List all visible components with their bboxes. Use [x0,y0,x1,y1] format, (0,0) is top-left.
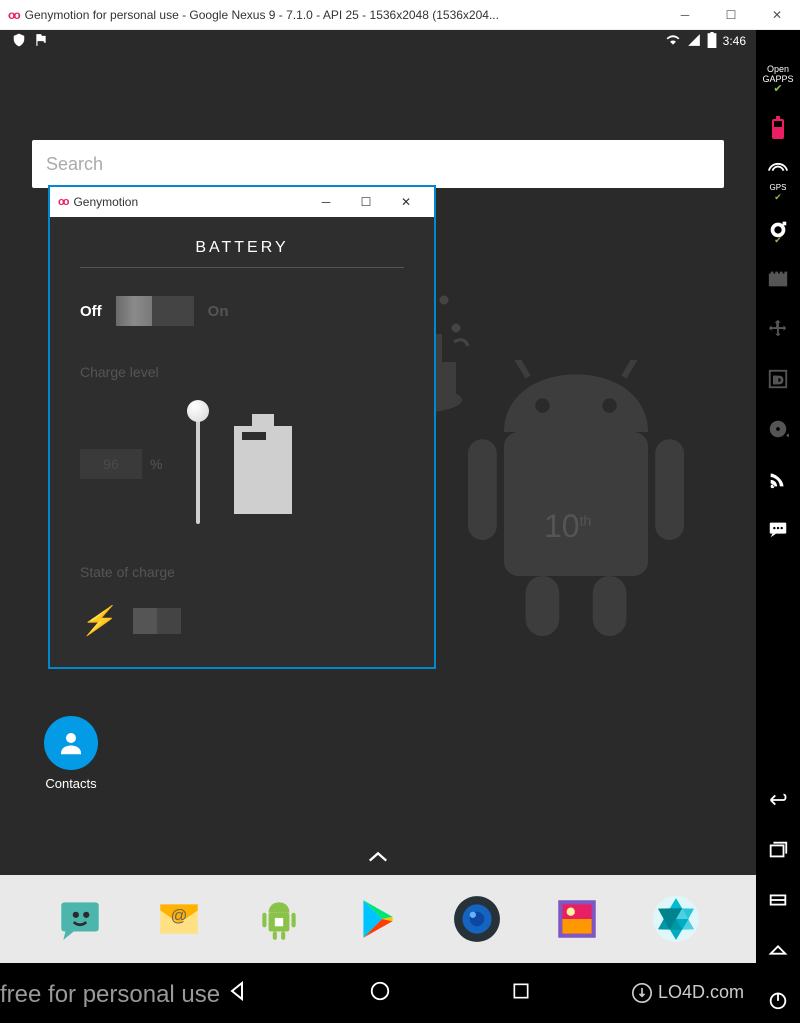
nav-home-button[interactable] [369,980,391,1007]
svg-text:ID: ID [773,376,783,387]
shield-icon [12,33,26,50]
messaging-icon[interactable] [53,892,107,946]
sidebar-recents[interactable] [756,827,800,873]
genymotion-logo-icon: oo [8,8,19,22]
divider [80,267,404,268]
tenth-anniversary-text: 10th [544,508,591,545]
charge-slider[interactable] [188,404,208,524]
sidebar-identifier[interactable]: ID [756,356,800,402]
main-window-titlebar: oo Genymotion for personal use - Google … [0,0,800,30]
contacts-icon [44,716,98,770]
camera-lens-icon[interactable] [450,892,504,946]
wifi-icon [665,33,681,50]
window-title: Genymotion for personal use - Google Nex… [25,8,662,22]
sidebar-opengapps[interactable]: Open GAPPS✔ [756,56,800,102]
charge-value-input[interactable]: 96 [80,449,142,479]
search-input[interactable]: Search [32,140,724,188]
gallery-icon[interactable] [550,892,604,946]
battery-dialog: oo Genymotion ─ ☐ ✕ BATTERY Off On Charg… [48,185,436,669]
lightning-icon: ⚡ [80,604,115,637]
signal-icon [687,33,701,50]
app-drawer-handle[interactable] [367,848,389,869]
dialog-titlebar: oo Genymotion ─ ☐ ✕ [50,187,434,217]
sidebar-disk[interactable] [756,406,800,452]
state-of-charge-label: State of charge [80,564,404,580]
toggle-off-label: Off [80,303,102,320]
sidebar-back[interactable] [756,777,800,823]
battery-toggle[interactable] [116,296,194,326]
flag-icon [34,33,48,50]
dock: @ [0,875,756,963]
genymotion-sidebar: Open GAPPS✔ GPS✔ ✔ ID [756,30,800,1023]
charging-toggle[interactable] [133,608,181,634]
contacts-app-shortcut[interactable]: Contacts [40,716,102,791]
sidebar-menu[interactable] [756,877,800,923]
device-screen: 3:46 Search 10th [0,30,756,1023]
clock-text: 3:46 [723,34,746,48]
android-status-bar: 3:46 [0,30,756,52]
dialog-minimize-button[interactable]: ─ [306,195,346,209]
contacts-label: Contacts [45,776,96,791]
genymotion-logo-icon: oo [58,196,67,208]
sidebar-home[interactable] [756,927,800,973]
battery-icon [707,32,717,51]
nav-recents-button[interactable] [511,981,531,1006]
dialog-close-button[interactable]: ✕ [386,195,426,209]
dialog-heading: BATTERY [80,239,404,257]
lo4d-watermark: LO4D.com [632,982,744,1003]
sidebar-network[interactable] [756,456,800,502]
email-icon[interactable]: @ [152,892,206,946]
sidebar-move[interactable] [756,306,800,352]
sidebar-battery[interactable] [756,106,800,152]
sidebar-power[interactable] [756,977,800,1023]
dialog-title: Genymotion [73,195,306,209]
android-icon[interactable] [252,892,306,946]
svg-text:@: @ [171,906,188,925]
aperture-icon[interactable] [649,892,703,946]
sidebar-screencast[interactable] [756,256,800,302]
sidebar-sms[interactable] [756,506,800,552]
maximize-button[interactable]: ☐ [708,0,754,30]
android-robot-illustration: 10th [456,360,696,620]
dialog-maximize-button[interactable]: ☐ [346,195,386,209]
percent-label: % [150,456,162,472]
battery-level-icon [234,414,292,514]
close-button[interactable]: ✕ [754,0,800,30]
minimize-button[interactable]: ─ [662,0,708,30]
play-store-icon[interactable] [351,892,405,946]
sidebar-camera[interactable]: ✔ [756,206,800,252]
sidebar-gps[interactable]: GPS✔ [756,156,800,202]
toggle-on-label: On [208,303,229,320]
charge-level-label: Charge level [80,364,404,380]
search-placeholder: Search [46,154,103,175]
nav-back-button[interactable] [225,979,249,1008]
